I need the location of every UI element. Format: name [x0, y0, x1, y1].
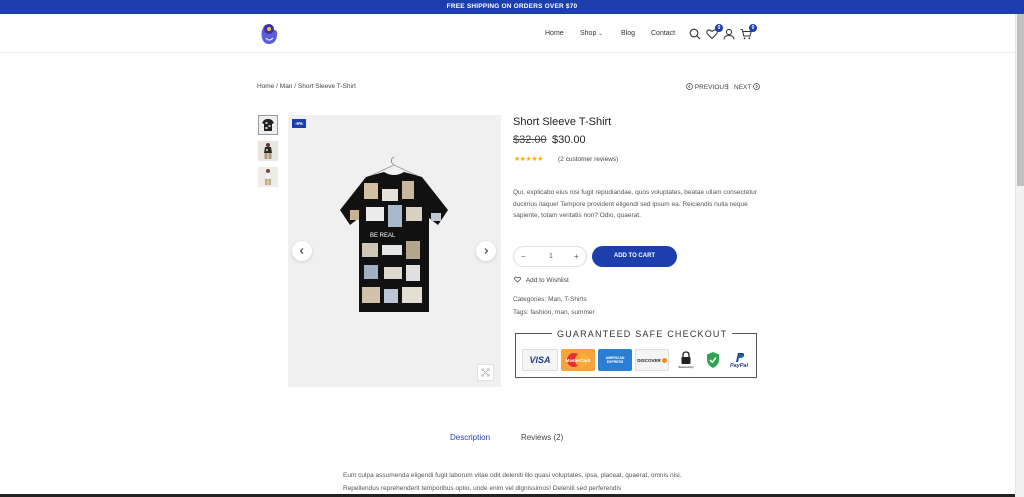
- quantity-increase-button[interactable]: +: [574, 252, 579, 261]
- site-header: Home Shop ⌄ Blog Contact 0 0: [0, 14, 1015, 53]
- heart-icon: [514, 276, 521, 283]
- next-label: NEXT: [734, 84, 752, 91]
- discover-dot-icon: [661, 357, 667, 363]
- categories-label: Categories:: [513, 296, 547, 303]
- thumbnail-3[interactable]: [258, 167, 278, 187]
- svg-text:BE REAL: BE REAL: [370, 233, 396, 239]
- quantity-value[interactable]: 1: [549, 253, 553, 260]
- thumbnail-2[interactable]: [258, 141, 278, 161]
- safe-checkout-badge: GUARANTEED SAFE CHECKOUT VISA MasterCard…: [515, 329, 757, 378]
- wishlist-label: Add to Wishlist: [525, 277, 569, 284]
- verified-shield-logo: [703, 349, 723, 371]
- zoom-button[interactable]: [477, 364, 494, 381]
- chevron-right-icon: [484, 248, 489, 254]
- tshirt-image: BE REAL: [340, 156, 448, 312]
- previous-label: PREVIOUS: [694, 84, 729, 91]
- product-tags: Tags: fashion, man, summer: [513, 309, 595, 316]
- mastercard-logo: MasterCard: [561, 349, 595, 371]
- breadcrumb-current: Short Sleeve T-Shirt: [297, 83, 356, 90]
- paypal-text: PayPal: [729, 362, 749, 369]
- arrow-right-circle-icon: [753, 83, 760, 90]
- nav-blog[interactable]: Blog: [621, 30, 635, 37]
- page: FREE SHIPPING ON ORDERS OVER $70 Home Sh…: [0, 0, 1024, 497]
- quantity-decrease-button[interactable]: −: [521, 252, 526, 261]
- main-product-image: BE REAL: [288, 115, 501, 387]
- secured-text: Secured by: [678, 365, 694, 369]
- amex-logo: AMERICAN EXPRESS: [598, 349, 632, 371]
- next-product-link[interactable]: NEXT: [734, 83, 760, 91]
- cart-button[interactable]: 0: [740, 24, 757, 45]
- lock-icon: [681, 351, 691, 364]
- site-logo[interactable]: [257, 21, 281, 47]
- tab-reviews[interactable]: Reviews (2): [521, 433, 563, 442]
- chevron-left-icon: [299, 248, 304, 254]
- scrollbar-thumb[interactable]: [1017, 14, 1024, 186]
- paypal-logo: PayPal: [725, 349, 753, 371]
- thumbnail-1[interactable]: [258, 115, 278, 135]
- star-rating: ★★★★★: [514, 156, 543, 163]
- tags-links[interactable]: fashion, man, summer: [530, 309, 594, 316]
- previous-product-link[interactable]: PREVIOUS: [686, 83, 728, 91]
- wishlist-count-badge: 0: [715, 24, 723, 32]
- breadcrumb-category[interactable]: Man: [280, 83, 293, 90]
- mastercard-text: MasterCard: [566, 358, 591, 363]
- chevron-down-icon: ⌄: [596, 31, 604, 37]
- wishlist-button[interactable]: 0: [706, 24, 723, 45]
- short-description: Qui, explicabo eius nisi fugit repudiand…: [513, 189, 757, 219]
- paypal-icon: [736, 352, 745, 362]
- product-title: Short Sleeve T-Shirt: [513, 116, 612, 128]
- breadcrumb-separator: /: [294, 83, 297, 90]
- arrow-left-circle-icon: [686, 83, 693, 90]
- sale-price: $30.00: [552, 134, 586, 146]
- add-to-wishlist-link[interactable]: Add to Wishlist: [514, 276, 569, 284]
- nav-contact[interactable]: Contact: [651, 30, 675, 37]
- customer-reviews-link[interactable]: (2 customer reviews): [558, 156, 618, 163]
- search-icon[interactable]: [689, 27, 701, 45]
- tags-label: Tags:: [513, 309, 529, 316]
- breadcrumb-separator: /: [276, 83, 278, 90]
- nav-shop[interactable]: Shop ⌄: [580, 30, 603, 37]
- nav-shop-label: Shop: [580, 30, 597, 37]
- quantity-stepper[interactable]: − 1 +: [513, 246, 587, 267]
- page-scrollbar[interactable]: [1015, 14, 1024, 497]
- cart-count-badge: 0: [749, 24, 757, 32]
- product-categories: Categories: Man, T-Shirts: [513, 296, 587, 303]
- tab-description[interactable]: Description: [450, 433, 490, 442]
- account-icon[interactable]: [723, 27, 735, 45]
- announcement-bar: FREE SHIPPING ON ORDERS OVER $70: [0, 0, 1024, 14]
- sale-badge: -6%: [292, 119, 306, 128]
- secured-lock-logo: Secured by: [673, 349, 699, 371]
- discover-text: DISCOVER: [637, 357, 661, 363]
- shield-check-icon: [707, 352, 719, 368]
- next-image-button[interactable]: [476, 241, 496, 261]
- breadcrumb-home[interactable]: Home: [257, 83, 274, 90]
- add-to-cart-button[interactable]: ADD TO CART: [592, 246, 677, 267]
- categories-links[interactable]: Man, T-Shirts: [548, 296, 587, 303]
- nav-home[interactable]: Home: [545, 30, 564, 37]
- discover-logo: DISCOVER: [635, 349, 669, 371]
- previous-image-button[interactable]: [292, 241, 312, 261]
- description-tab-content: Eum culpa assumenda eligendi fugit labor…: [343, 472, 682, 492]
- expand-icon: [481, 368, 490, 377]
- original-price: $32.00: [513, 134, 547, 146]
- visa-logo: VISA: [522, 349, 558, 371]
- checkout-title: GUARANTEED SAFE CHECKOUT: [552, 329, 733, 339]
- pager-separator: |: [727, 83, 729, 90]
- breadcrumb: Home / Man / Short Sleeve T-Shirt: [257, 83, 356, 90]
